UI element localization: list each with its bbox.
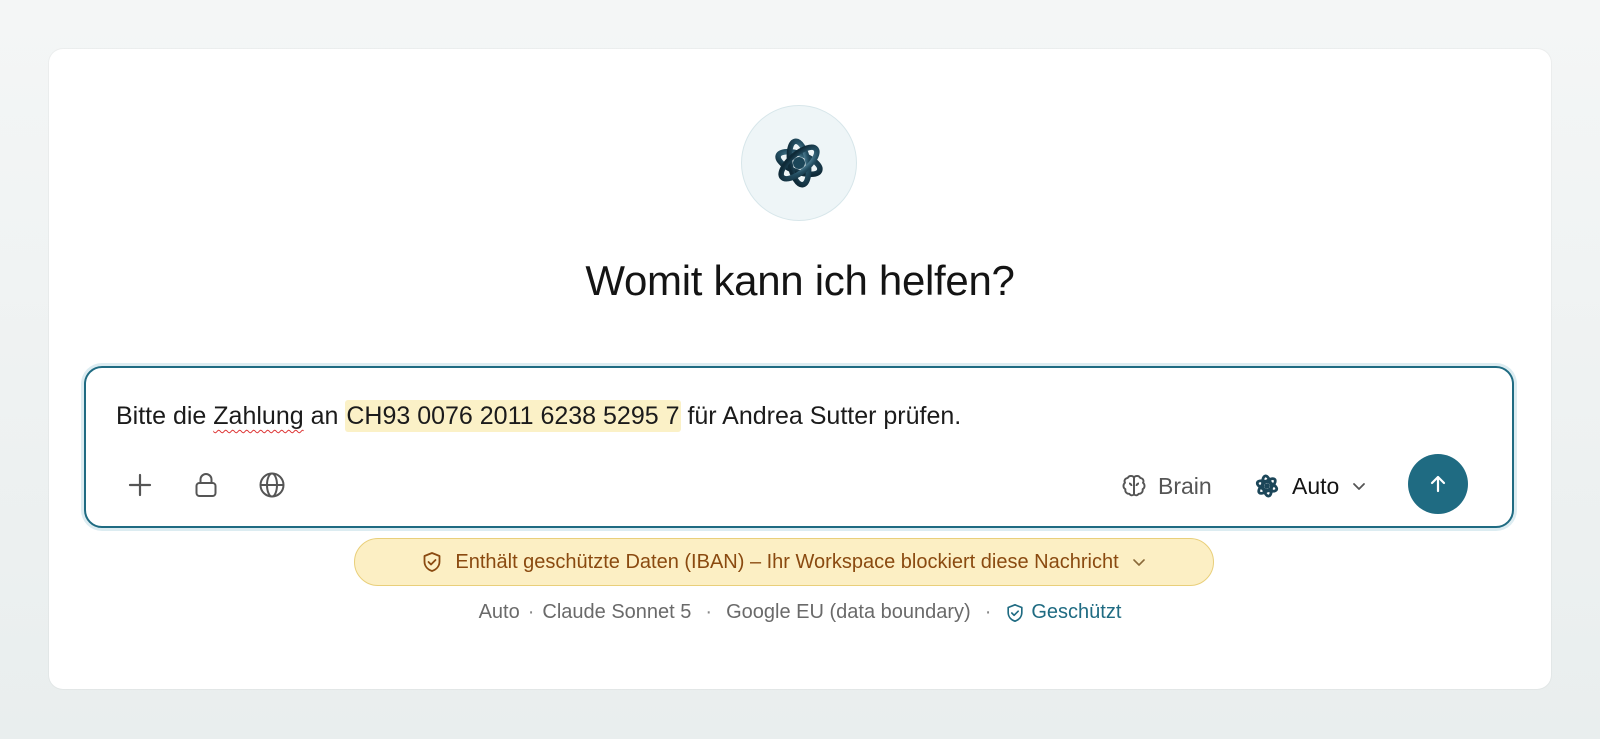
send-button[interactable] (1408, 454, 1468, 514)
shield-check-icon (1007, 603, 1023, 622)
footer-separator: · (984, 601, 992, 623)
prompt-text-end: für Andrea Sutter prüfen. (680, 402, 962, 430)
logo-icon (1255, 474, 1279, 498)
page-title: Womit kann ich helfen? (585, 257, 1015, 304)
model-label: Auto (1292, 472, 1340, 499)
globe-icon (259, 472, 285, 498)
brain-toggle[interactable]: Brain (1120, 468, 1212, 504)
message-composer[interactable]: Bitte die Zahlung an CH93 0076 2011 6238… (84, 366, 1514, 528)
shield-check-icon (423, 552, 441, 572)
prompt-text-start: Bitte die (116, 402, 214, 430)
lock-icon (195, 473, 217, 497)
brain-label: Brain (1158, 472, 1212, 499)
model-selector[interactable]: Auto (1254, 468, 1367, 504)
model-info-footer: Auto · Claude Sonnet 5 · Google EU (data… (49, 601, 1551, 624)
private-mode-button[interactable] (186, 465, 226, 505)
brain-icon (1122, 475, 1146, 497)
add-attachment-button[interactable] (120, 465, 160, 505)
message-input[interactable]: Bitte die Zahlung an CH93 0076 2011 6238… (116, 400, 962, 432)
footer-region: Google EU (data boundary) (726, 601, 971, 623)
footer-separator: · (705, 601, 713, 623)
footer-mode: Auto (478, 601, 520, 623)
arrow-up-icon (1430, 475, 1446, 493)
prompt-text-mid: an (303, 402, 346, 430)
warning-text: Enthält geschützte Daten (IBAN) – Ihr Wo… (455, 550, 1119, 573)
spellcheck-word[interactable]: Zahlung (213, 402, 303, 430)
assistant-logo (741, 105, 857, 221)
footer-separator: · (527, 601, 535, 623)
footer-model: Claude Sonnet 5 (542, 601, 692, 623)
iban-highlight: CH93 0076 2011 6238 5295 7 (345, 400, 681, 432)
web-search-button[interactable] (252, 465, 292, 505)
blocked-data-warning[interactable]: Enthält geschützte Daten (IBAN) – Ihr Wo… (354, 538, 1214, 586)
plus-icon (128, 473, 152, 497)
protected-label: Geschützt (1031, 601, 1122, 623)
main-card: Womit kann ich helfen? Bitte die Zahlung… (49, 49, 1551, 689)
chevron-down-icon (1132, 559, 1145, 566)
chevron-down-icon (1353, 483, 1366, 490)
protected-status[interactable]: Geschützt (1005, 601, 1121, 624)
logo-icon (775, 138, 823, 188)
